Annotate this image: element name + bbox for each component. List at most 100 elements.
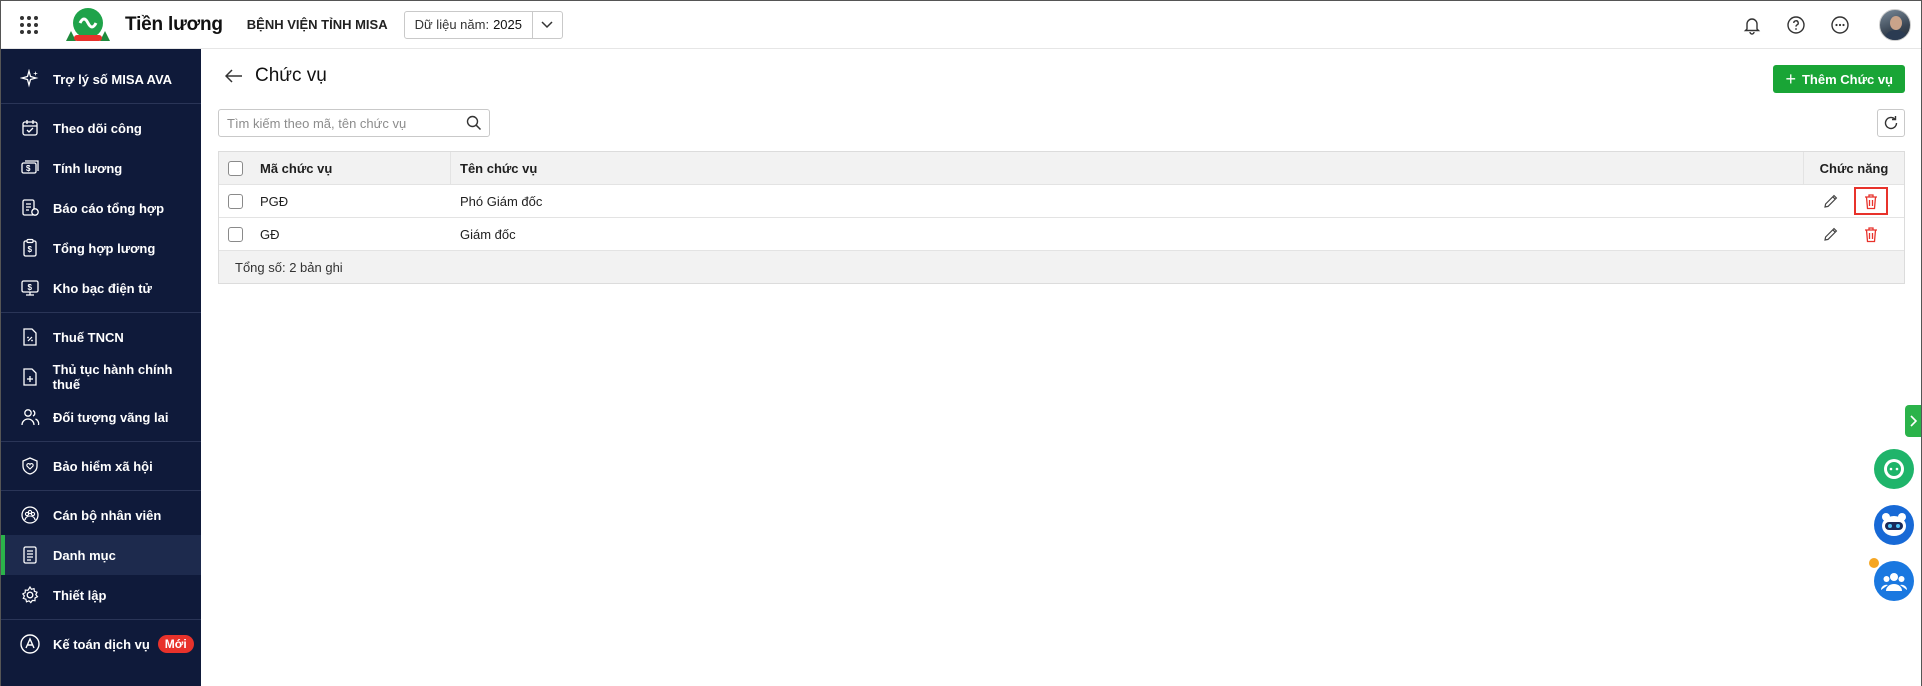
search-icon[interactable] <box>459 115 489 131</box>
data-year-value: 2025 <box>493 17 522 32</box>
calendar-icon <box>19 117 41 139</box>
sidebar-item-catalog[interactable]: Danh mục <box>1 535 201 575</box>
edit-pencil-icon[interactable] <box>1820 190 1842 212</box>
sidebar-item-label: Danh mục <box>53 547 116 563</box>
svg-text:$: $ <box>28 245 33 254</box>
sidebar: Trợ lý số MISA AVA Theo dõi công $ Tính … <box>1 49 201 686</box>
clipboard-money-icon: $ <box>19 237 41 259</box>
sidebar-item-label: Cán bộ nhân viên <box>53 507 162 523</box>
delete-trash-icon[interactable] <box>1854 223 1888 245</box>
sidebar-item-non-resident[interactable]: Đối tượng vãng lai <box>1 397 201 437</box>
monitor-money-icon: $ <box>19 277 41 299</box>
row-checkbox[interactable] <box>227 193 243 209</box>
new-badge: Mới <box>157 635 194 653</box>
sidebar-item-social-insurance[interactable]: Bảo hiểm xã hội <box>1 446 201 486</box>
accounting-icon <box>19 633 41 655</box>
sidebar-item-summary-report[interactable]: Báo cáo tổng hợp <box>1 188 201 228</box>
table-footer: Tổng số: 2 bản ghi <box>219 251 1904 283</box>
bell-icon[interactable] <box>1741 14 1763 36</box>
sidebar-item-label: Thủ tục hành chính thuế <box>52 362 173 392</box>
page-title: Chức vụ <box>255 65 327 86</box>
sidebar-item-service-accounting[interactable]: Kế toán dịch vụ Mới <box>1 624 201 664</box>
more-options-icon[interactable] <box>1829 14 1851 36</box>
money-icon: $ <box>19 157 41 179</box>
main-content: Chức vụ + Thêm Chức vụ Mã chức vụ Tên ch… <box>201 49 1921 686</box>
sidebar-item-ava-assistant[interactable]: Trợ lý số MISA AVA <box>1 59 201 99</box>
document-plus-icon <box>19 366 41 388</box>
robot-icon <box>1882 513 1906 536</box>
edit-pencil-icon[interactable] <box>1820 223 1842 245</box>
row-checkbox[interactable] <box>227 226 243 242</box>
chevron-right-icon <box>1910 415 1917 427</box>
team-icon <box>19 504 41 526</box>
position-code-cell: GĐ <box>260 226 280 242</box>
refresh-icon <box>1884 116 1898 130</box>
chat-bot-button[interactable] <box>1874 449 1914 489</box>
app-title: Tiền lương <box>125 13 223 35</box>
report-icon <box>19 197 41 219</box>
sidebar-item-label: Bảo hiểm xã hội <box>53 458 153 474</box>
notification-dot <box>1869 558 1879 568</box>
add-position-label: Thêm Chức vụ <box>1801 71 1893 87</box>
sidebar-item-settings[interactable]: Thiết lập <box>1 575 201 615</box>
table-header: Mã chức vụ Tên chức vụ Chức năng <box>219 152 1904 185</box>
sidebar-item-e-treasury[interactable]: $ Kho bạc điện tử <box>1 268 201 308</box>
positions-table: Mã chức vụ Tên chức vụ Chức năng PGĐ Phó… <box>218 151 1905 284</box>
user-avatar[interactable] <box>1879 9 1911 41</box>
delete-trash-icon[interactable] <box>1854 187 1888 215</box>
column-header-code[interactable]: Mã chức vụ <box>251 152 451 184</box>
top-bar: Tiền lương BỆNH VIỆN TỈNH MISA Dữ liệu n… <box>1 1 1921 49</box>
table-row[interactable]: PGĐ Phó Giám đốc <box>219 185 1904 218</box>
gear-icon <box>19 584 41 606</box>
position-code-cell: PGĐ <box>260 193 289 209</box>
help-icon[interactable] <box>1785 14 1807 36</box>
plus-icon: + <box>1785 69 1796 89</box>
sidebar-item-label: Kế toán dịch vụ <box>53 636 150 652</box>
back-arrow-icon[interactable] <box>223 65 245 87</box>
add-position-button[interactable]: + Thêm Chức vụ <box>1773 65 1905 93</box>
sidebar-item-payroll[interactable]: $ Tính lương <box>1 148 201 188</box>
select-all-checkbox[interactable] <box>227 160 243 176</box>
tax-document-icon <box>19 326 41 348</box>
shield-heart-icon <box>19 455 41 477</box>
sidebar-item-label: Đối tượng vãng lai <box>53 409 169 425</box>
organization-name: BỆNH VIỆN TỈNH MISA <box>246 17 388 32</box>
table-row[interactable]: GĐ Giám đốc <box>219 218 1904 251</box>
expand-panel-tab[interactable] <box>1905 405 1921 437</box>
group-icon <box>1881 573 1907 591</box>
list-document-icon <box>19 544 41 566</box>
users-icon <box>19 406 41 428</box>
svg-text:$: $ <box>26 164 31 173</box>
sidebar-item-label: Thiết lập <box>53 587 107 603</box>
data-year-select[interactable]: Dữ liệu năm: 2025 <box>403 10 563 39</box>
column-header-actions: Chức năng <box>1819 160 1889 176</box>
sidebar-item-label: Báo cáo tổng hợp <box>53 200 165 216</box>
search-box <box>218 109 490 137</box>
chevron-down-icon[interactable] <box>531 11 562 38</box>
sidebar-item-timekeeping[interactable]: Theo dõi công <box>1 108 201 148</box>
chat-bubble-icon <box>1884 459 1904 479</box>
sidebar-item-label: Theo dõi công <box>53 120 142 136</box>
sidebar-item-staff[interactable]: Cán bộ nhân viên <box>1 495 201 535</box>
data-year-label: Dữ liệu năm: <box>414 17 490 32</box>
sidebar-item-label: Tính lương <box>53 160 123 176</box>
sidebar-item-label: Tổng hợp lương <box>53 240 156 256</box>
search-input[interactable] <box>219 110 459 136</box>
sidebar-item-label: Thuế TNCN <box>53 329 124 345</box>
record-count: Tổng số: 2 bản ghi <box>235 259 343 275</box>
sparkle-icon <box>19 68 41 90</box>
sidebar-item-payroll-summary[interactable]: $ Tổng hợp lương <box>1 228 201 268</box>
sidebar-item-tax-procedures[interactable]: Thủ tục hành chính thuế <box>1 357 201 397</box>
sidebar-item-personal-income-tax[interactable]: Thuế TNCN <box>1 317 201 357</box>
apps-menu-icon[interactable] <box>1 1 57 49</box>
svg-text:$: $ <box>28 283 33 292</box>
misa-logo[interactable] <box>57 3 119 47</box>
community-button[interactable] <box>1874 561 1914 601</box>
position-name-cell: Giám đốc <box>460 226 516 242</box>
assistant-robot-button[interactable] <box>1874 505 1914 545</box>
sidebar-item-label: Kho bạc điện tử <box>53 280 152 296</box>
column-header-name[interactable]: Tên chức vụ <box>451 152 1804 184</box>
position-name-cell: Phó Giám đốc <box>460 193 543 209</box>
sidebar-item-label: Trợ lý số MISA AVA <box>53 71 173 87</box>
refresh-button[interactable] <box>1877 109 1905 137</box>
